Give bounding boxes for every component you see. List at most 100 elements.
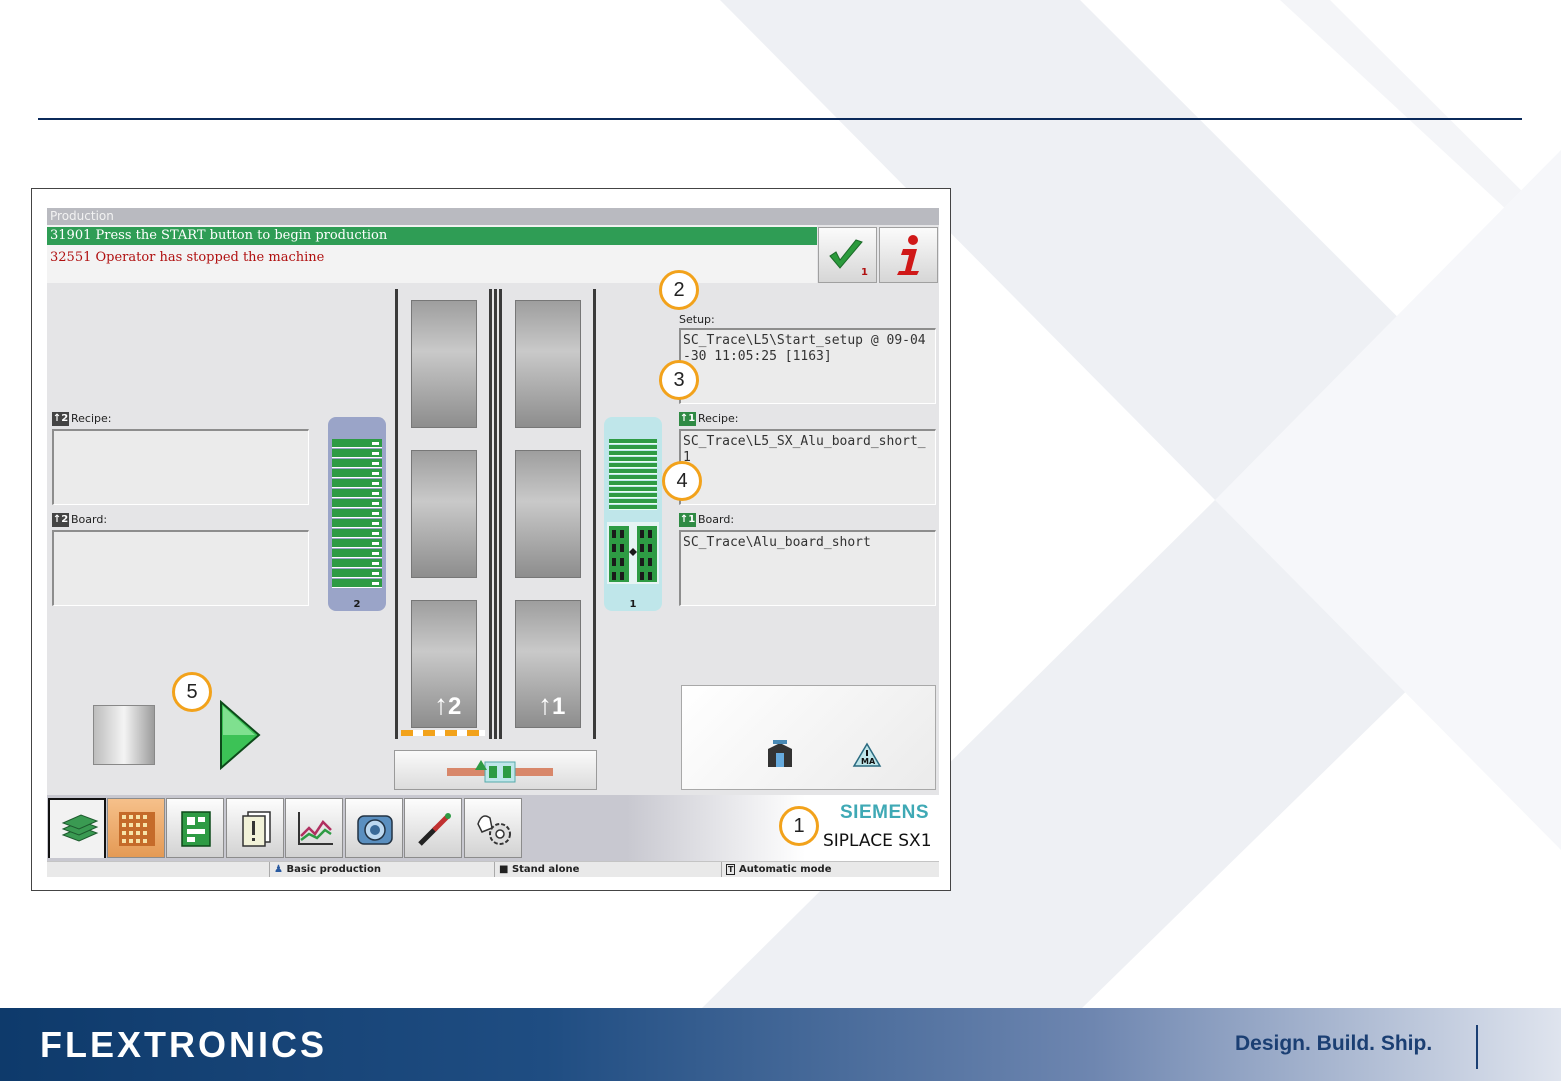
status-bar: ♟ Basic production ■ Stand alone T Autom… (47, 861, 939, 877)
checkmark-icon (829, 239, 863, 269)
feeder-number-2: 2 (353, 599, 361, 610)
nav-pcb[interactable] (166, 798, 224, 858)
lane-1-board[interactable] (515, 450, 581, 578)
conveyor-rail (494, 289, 497, 739)
setup-label: Setup: (679, 313, 715, 326)
acknowledge-button[interactable]: 1 (818, 227, 877, 283)
info-icon (897, 235, 919, 275)
screenshot-frame: Production 31901 Press the START button … (31, 188, 951, 891)
nav-vision[interactable] (345, 798, 403, 858)
service-settings-icon (477, 815, 511, 845)
lane-arrow-icon: ↑1 (679, 513, 696, 527)
feeder-slot (609, 487, 657, 492)
lane-2-board[interactable] (411, 300, 477, 428)
conveyor-rail (499, 289, 502, 739)
lane-2-arrow-icon: ↑2 (434, 689, 462, 720)
message-area: 31901 Press the START button to begin pr… (47, 225, 817, 283)
right-recipe-field[interactable]: SC_Trace\L5_SX_Alu_board_short_1 (679, 429, 936, 505)
lane-2-board[interactable]: ↑2 (411, 600, 477, 728)
siplace-app: Production 31901 Press the START button … (47, 208, 939, 877)
document-icon (242, 811, 271, 847)
machine-status-panel: MA (681, 685, 936, 790)
station-icon: ■ (499, 864, 509, 875)
lane-shuttle-button[interactable] (394, 750, 597, 790)
nav-documents[interactable] (226, 798, 284, 858)
conveyor-rail (489, 289, 492, 739)
tool-icon (418, 813, 451, 846)
feeder-table-1[interactable]: 1 (604, 417, 662, 611)
maintenance-warning-icon: MA (852, 742, 882, 767)
left-board-field[interactable] (52, 530, 309, 606)
machine-model: SIPLACE SX1 (823, 831, 932, 851)
callout-4: 4 (662, 461, 702, 501)
ack-count: 1 (861, 267, 868, 278)
conveyor-belt (401, 730, 485, 736)
nav-feeder-table[interactable] (107, 798, 165, 858)
nav-production[interactable] (48, 798, 106, 858)
setup-field[interactable]: SC_Trace\L5\Start_setup @ 09-04-30 11:05… (679, 328, 936, 404)
siemens-logo: SIEMENS (840, 802, 930, 823)
feeder-slot (609, 439, 657, 444)
production-icon (61, 814, 99, 842)
right-board-field[interactable]: SC_Trace\Alu_board_short (679, 530, 936, 606)
stop-button[interactable] (93, 705, 155, 765)
feeder-slot (332, 479, 382, 488)
status-operation-mode: T Automatic mode (721, 862, 939, 877)
feeder-slot (609, 469, 657, 474)
status-line-mode: ■ Stand alone (494, 862, 720, 877)
feeder-slot (332, 579, 382, 588)
left-recipe-field[interactable] (52, 429, 309, 505)
feeder-slot (332, 559, 382, 568)
callout-2: 2 (659, 270, 699, 310)
nav-service[interactable] (464, 798, 522, 858)
footer-banner: FLEXTRONICS Design. Build. Ship. (0, 1008, 1561, 1081)
pcb-icon (181, 811, 211, 847)
automatic-mode-icon: T (726, 864, 736, 875)
left-recipe-label: ↑2 Recipe: (52, 412, 112, 426)
window-title: Production (47, 208, 939, 225)
feeder-slot (609, 463, 657, 468)
lane-arrow-icon: ↑1 (679, 412, 696, 426)
feeder-slot (332, 509, 382, 518)
feeder-slot (609, 499, 657, 504)
lane-1-arrow-icon: ↑1 (538, 689, 566, 720)
start-button[interactable] (219, 700, 261, 770)
feeder-table-2[interactable]: 2 (328, 417, 386, 611)
feeder-slot (609, 457, 657, 462)
conveyor-rail (593, 289, 596, 739)
nav-tools[interactable] (404, 798, 462, 858)
status-production-mode: ♟ Basic production (269, 862, 493, 877)
shuttle-icon (447, 760, 553, 783)
feeder-number-1: 1 (629, 599, 637, 610)
chart-icon (298, 812, 333, 845)
feeder-slot (609, 445, 657, 450)
feeder-slot (332, 449, 382, 458)
callout-1: 1 (779, 806, 819, 846)
header-rule (38, 118, 1522, 120)
stopped-message[interactable]: 32551 Operator has stopped the machine (50, 249, 324, 267)
user-icon: ♟ (274, 864, 283, 875)
feeder-slot (332, 439, 382, 448)
lane-2-board[interactable] (411, 450, 477, 578)
feeder-slot (332, 489, 382, 498)
lane-1-board[interactable]: ↑1 (515, 600, 581, 728)
lane-1-board[interactable] (515, 300, 581, 428)
feeder-slot (332, 549, 382, 558)
camera-icon (357, 815, 393, 845)
machine-station-icon (768, 740, 792, 767)
callout-3: 3 (659, 360, 699, 400)
active-message[interactable]: 31901 Press the START button to begin pr… (47, 227, 817, 245)
feeder-slot (332, 569, 382, 578)
tagline: Design. Build. Ship. (1235, 1032, 1433, 1055)
feeder-slot (609, 451, 657, 456)
feeder-slot (332, 519, 382, 528)
feeder-slot (609, 475, 657, 480)
right-recipe-label: ↑1 Recipe: (679, 412, 739, 426)
callout-5: 5 (172, 672, 212, 712)
info-button[interactable] (879, 227, 938, 283)
nav-statistics[interactable] (285, 798, 343, 858)
feeder-slot (332, 469, 382, 478)
feeder-table-icon (119, 812, 155, 846)
svg-text:MA: MA (861, 757, 876, 766)
feeder-slot (332, 539, 382, 548)
